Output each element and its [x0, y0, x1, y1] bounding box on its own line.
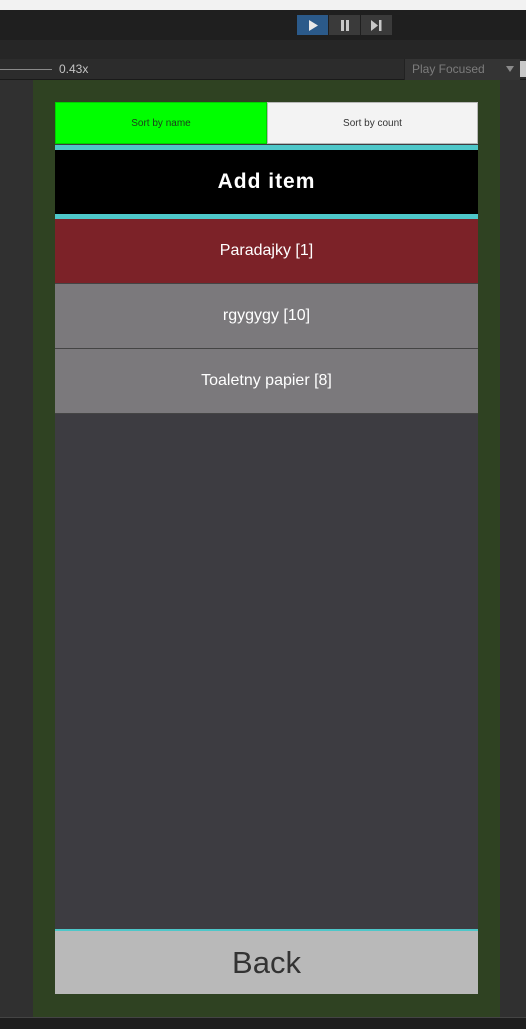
- add-item-label: Add item: [217, 170, 316, 193]
- list-item[interactable]: Toaletny papier [8]: [55, 349, 478, 414]
- more-options-icon[interactable]: [520, 61, 526, 77]
- list-item-label: rgygygy [10]: [222, 307, 311, 324]
- game-view-bar: 0.43x Play Focused: [0, 59, 526, 80]
- sort-by-name-button[interactable]: Sort by name: [55, 102, 267, 144]
- list-item[interactable]: rgygygy [10]: [55, 284, 478, 349]
- play-icon: [308, 19, 318, 31]
- device-frame: Sort by name Sort by count Add item Para…: [33, 80, 500, 1017]
- chevron-down-icon[interactable]: [506, 66, 514, 72]
- list-item-label: Toaletny papier [8]: [201, 372, 332, 389]
- game-viewport: Sort by name Sort by count Add item Para…: [0, 80, 526, 1017]
- pause-button[interactable]: [329, 15, 360, 35]
- editor-toolbar: [0, 10, 526, 40]
- step-icon: [371, 19, 382, 31]
- play-controls: [297, 15, 393, 35]
- sort-by-name-label: Sort by name: [131, 117, 191, 129]
- sort-controls: Sort by name Sort by count: [55, 102, 478, 144]
- sort-by-count-label: Sort by count: [343, 117, 402, 129]
- pause-icon: [340, 19, 349, 31]
- scale-label: 0.43x: [59, 62, 89, 76]
- scale-slider[interactable]: [0, 69, 52, 70]
- item-list: Paradajky [1] rgygygy [10] Toaletny papi…: [55, 219, 478, 414]
- play-mode-dropdown[interactable]: Play Focused: [404, 59, 520, 80]
- list-item[interactable]: Paradajky [1]: [55, 219, 478, 284]
- status-bar: [0, 1017, 526, 1029]
- back-label: Back: [232, 944, 301, 980]
- play-mode-label: Play Focused: [412, 62, 485, 76]
- toolbar-spacer: [0, 40, 526, 59]
- app-screen: Sort by name Sort by count Add item Para…: [55, 102, 478, 994]
- step-button[interactable]: [361, 15, 392, 35]
- window-top-strip: [0, 0, 526, 10]
- sort-by-count-button[interactable]: Sort by count: [267, 102, 478, 144]
- list-item-label: Paradajky [1]: [219, 242, 314, 259]
- play-button[interactable]: [297, 15, 328, 35]
- back-button[interactable]: Back: [55, 929, 478, 994]
- add-item-button[interactable]: Add item: [55, 145, 478, 219]
